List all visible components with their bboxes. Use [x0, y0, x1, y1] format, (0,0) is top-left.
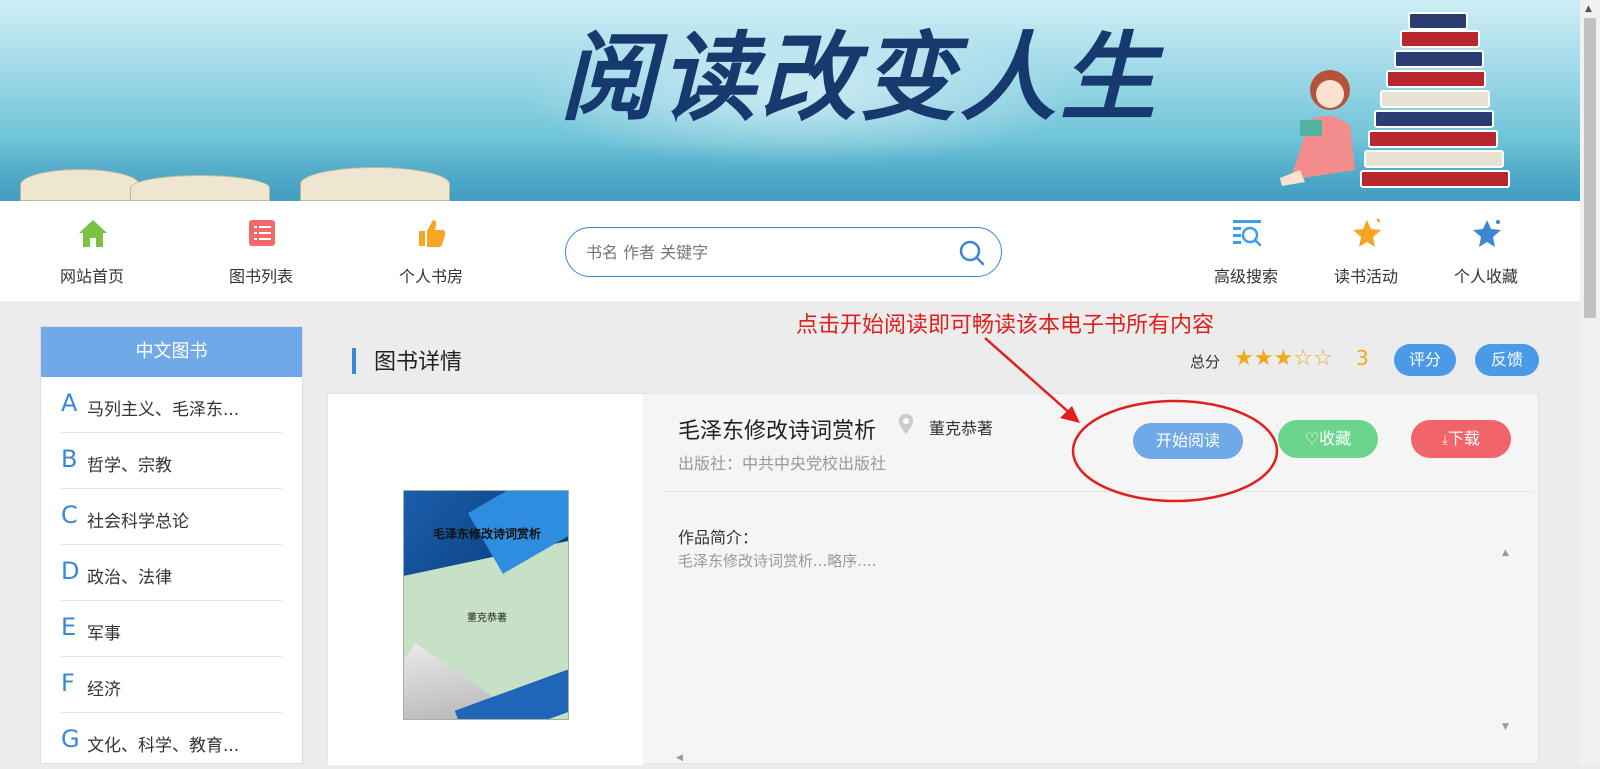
nav-personal-study[interactable]: 个人书房 [371, 201, 491, 301]
download-button-label: 下载 [1447, 429, 1480, 448]
favorite-star-icon [1473, 220, 1501, 247]
favorite-button-label: 收藏 [1319, 429, 1352, 448]
page-title: 图书详情 [374, 350, 463, 375]
page-scroll-thumb[interactable] [1584, 18, 1596, 318]
scroll-down-arrow-icon[interactable]: ▼ [1502, 722, 1509, 732]
nav-book-list[interactable]: 图书列表 [201, 201, 321, 301]
search-box [565, 227, 1002, 277]
nav-advanced-search[interactable]: 高级搜索 [1186, 201, 1306, 301]
scroll-up-arrow-icon[interactable]: ▲ [1502, 548, 1509, 558]
nav-personal-favorites[interactable]: 个人收藏 [1426, 201, 1546, 301]
reading-girl-illustration [1280, 70, 1355, 186]
feedback-button[interactable]: 反馈 [1475, 344, 1539, 376]
sidebar-title: 中文图书 [41, 327, 302, 377]
book-title: 毛泽东修改诗词赏析 [678, 419, 877, 444]
intro-textarea[interactable]: 毛泽东修改诗词赏析...略序.... ▲ ▼ ◀ [668, 546, 1513, 765]
banner-slogan: 阅读改变人生 [560, 21, 1160, 134]
nav-personal-favorites-label: 个人收藏 [1453, 267, 1518, 286]
category-letter: G [61, 725, 80, 753]
category-name: 经济 [87, 680, 121, 700]
category-item-c[interactable]: C 社会科学总论 [61, 489, 282, 545]
rating-stars: ★★★☆☆ [1234, 346, 1333, 371]
cover-author: 董克恭著 [467, 613, 507, 624]
nav-book-list-label: 图书列表 [228, 267, 293, 286]
intro-text: 毛泽东修改诗词赏析...略序.... [678, 552, 877, 570]
category-name: 马列主义、毛泽东... [87, 400, 240, 420]
nav-home-label: 网站首页 [59, 267, 124, 286]
category-letter: A [61, 389, 78, 417]
scroll-left-arrow-icon[interactable]: ◀ [676, 753, 683, 763]
book-publisher: 出版社：中共中央党校出版社 [678, 454, 887, 473]
main-navigation: 网站首页 图书列表 个人书房 高级搜索 [0, 201, 1580, 301]
nav-home[interactable]: 网站首页 [32, 201, 152, 301]
heart-icon: ♡ [1304, 429, 1320, 448]
thumbs-up-icon [419, 220, 446, 247]
category-letter: C [61, 501, 78, 529]
annotation-text: 点击开始阅读即可畅读该本电子书所有内容 [796, 313, 1215, 338]
search-icon[interactable] [958, 239, 986, 267]
star-icon [1353, 218, 1381, 247]
star-filled-icon: ★ [1253, 346, 1274, 371]
category-sidebar: 中文图书 A 马列主义、毛泽东... B 哲学、宗教 C 社会科学总论 D 政治… [40, 326, 303, 764]
category-item-d[interactable]: D 政治、法律 [61, 545, 282, 601]
open-books-decoration [0, 160, 460, 201]
score-label: 总分 [1190, 353, 1221, 371]
cover-title: 毛泽东修改诗词赏析 [432, 527, 541, 541]
book-stack-illustration [1360, 10, 1520, 195]
category-letter: D [61, 557, 80, 585]
favorite-button[interactable]: ♡收藏 [1278, 420, 1378, 458]
search-input[interactable] [584, 238, 944, 266]
star-empty-icon: ☆ [1293, 346, 1313, 371]
star-empty-icon: ☆ [1312, 346, 1333, 371]
book-cover[interactable]: 毛泽东修改诗词赏析 董克恭著 [403, 490, 569, 720]
home-icon [79, 220, 107, 247]
category-letter: F [61, 669, 75, 697]
page-scroll-up-icon[interactable]: ▲ [1585, 4, 1592, 14]
nav-advanced-search-label: 高级搜索 [1213, 267, 1278, 286]
intro-horizontal-scrollbar[interactable]: ◀ [668, 751, 1513, 765]
divider [663, 491, 1533, 492]
rate-button[interactable]: 评分 [1394, 344, 1456, 376]
nav-reading-activities-label: 读书活动 [1333, 267, 1398, 286]
advanced-search-icon [1233, 220, 1262, 247]
category-name: 军事 [87, 624, 121, 644]
intro-vertical-scrollbar[interactable]: ▲ ▼ [1499, 546, 1513, 736]
author-pin-icon [899, 414, 913, 434]
section-accent-bar [352, 348, 356, 374]
score-value: 3 [1356, 346, 1369, 370]
list-icon [249, 220, 275, 246]
book-author: 董克恭著 [929, 419, 994, 438]
category-item-e[interactable]: E 军事 [61, 601, 282, 657]
nav-personal-study-label: 个人书房 [398, 267, 463, 286]
nav-reading-activities[interactable]: 读书活动 [1306, 201, 1426, 301]
star-filled-icon: ★ [1234, 346, 1254, 371]
category-name: 社会科学总论 [87, 512, 189, 532]
book-detail-card: 毛泽东修改诗词赏析 董克恭著 毛泽东修改诗词赏析 董克恭著 出版社：中共中央党校… [327, 393, 1539, 765]
start-reading-button[interactable]: 开始阅读 [1133, 423, 1243, 459]
category-name: 哲学、宗教 [87, 456, 172, 476]
category-name: 文化、科学、教育... [87, 736, 240, 756]
category-item-f[interactable]: F 经济 [61, 657, 282, 713]
download-button[interactable]: ⤓下载 [1411, 420, 1511, 458]
category-letter: B [61, 445, 78, 473]
category-name: 政治、法律 [87, 568, 172, 588]
category-item-g[interactable]: G 文化、科学、教育... [61, 713, 282, 769]
header-banner: 阅读改变人生 [0, 0, 1580, 201]
category-letter: E [61, 613, 77, 641]
category-item-a[interactable]: A 马列主义、毛泽东... [61, 377, 282, 433]
intro-label: 作品简介： [678, 528, 759, 547]
cover-pane: 毛泽东修改诗词赏析 董克恭著 [328, 394, 643, 765]
star-filled-icon: ★ [1273, 346, 1294, 371]
category-item-b[interactable]: B 哲学、宗教 [61, 433, 282, 489]
page-scrollbar[interactable]: ▲ [1580, 0, 1600, 764]
